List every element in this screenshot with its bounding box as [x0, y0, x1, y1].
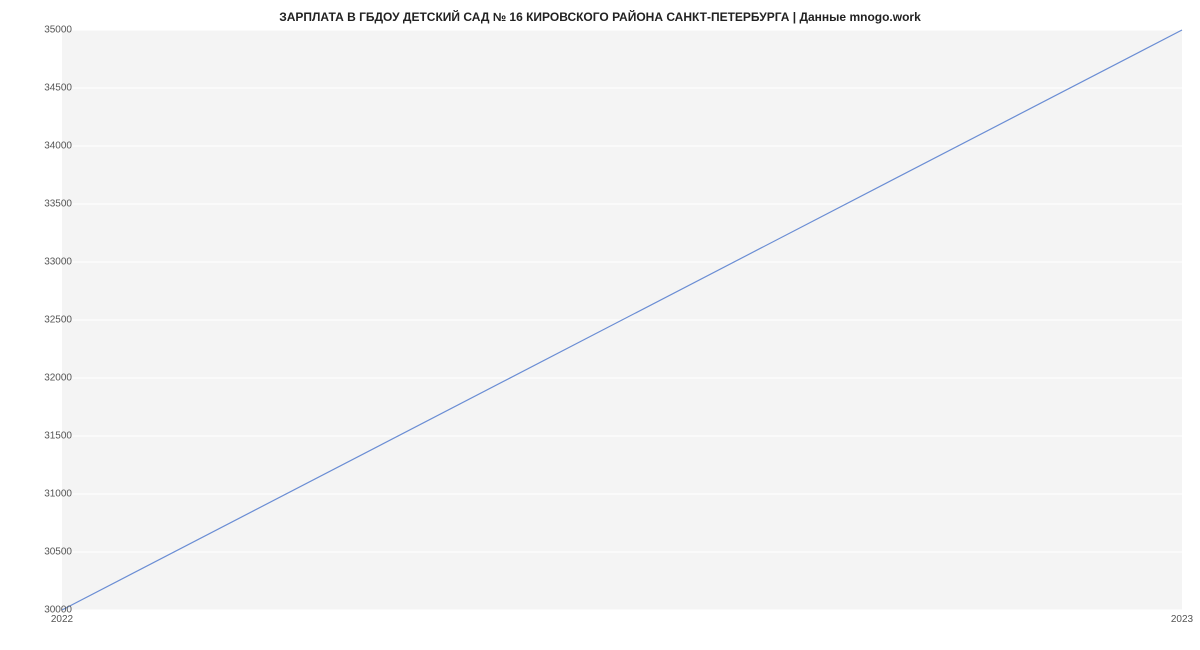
chart-svg: [62, 30, 1182, 610]
chart-plot-area: [62, 30, 1182, 610]
y-tick-label: 33000: [44, 257, 72, 268]
y-tick-label: 33500: [44, 199, 72, 210]
y-tick-label: 31500: [44, 431, 72, 442]
y-tick-label: 34000: [44, 141, 72, 152]
y-tick-label: 35000: [44, 25, 72, 36]
y-tick-label: 32500: [44, 315, 72, 326]
y-tick-label: 34500: [44, 83, 72, 94]
chart-title: ЗАРПЛАТА В ГБДОУ ДЕТСКИЙ САД № 16 КИРОВС…: [0, 0, 1200, 32]
y-tick-label: 32000: [44, 373, 72, 384]
x-tick-label: 2022: [51, 614, 73, 625]
y-tick-label: 31000: [44, 489, 72, 500]
y-tick-label: 30500: [44, 547, 72, 558]
x-tick-label: 2023: [1171, 614, 1193, 625]
